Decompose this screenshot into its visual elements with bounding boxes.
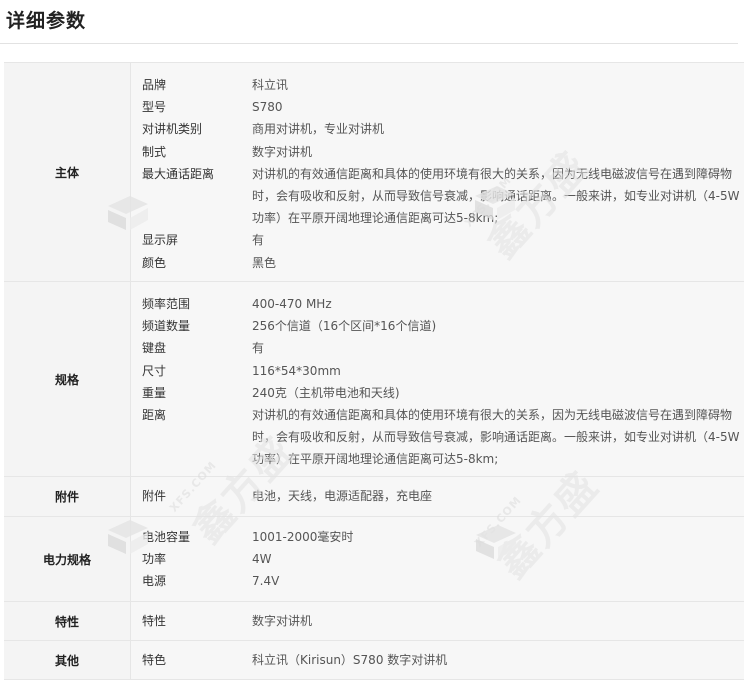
spec-value: S780 — [252, 100, 283, 115]
spec-label: 对讲机类别 — [142, 122, 203, 137]
spec-label: 尺寸 — [142, 363, 167, 378]
watermark-logo-icon — [475, 186, 515, 220]
spec-row: 附件 电池，天线，电源适配器，充电座 — [142, 485, 742, 507]
spec-value: 116*54*30mm — [252, 363, 341, 378]
spec-value: 240克（主机带电池和天线) — [252, 385, 400, 400]
spec-row: 尺寸 116*54*30mm — [142, 360, 744, 382]
spec-row: 重量 240克（主机带电池和天线) — [142, 382, 744, 404]
group-rows: 品牌 科立讯 型号 S780 对讲机类别 商用对讲机，专业对讲机 制式 数字对讲机 最大… — [131, 63, 744, 281]
spec-row: 键盘 有 — [142, 337, 744, 359]
spec-value: 对讲机的有效通信距离和具体的使用环境有很大的关系，因为无线电磁波信号在遇到障碍物… — [252, 408, 740, 467]
spec-row: 显示屏 有 — [142, 229, 744, 251]
spec-value: 黑色 — [252, 255, 277, 270]
spec-group-main: 主体 品牌 科立讯 型号 S780 对讲机类别 商用对讲机，专业对讲机 制式 数字对讲机… — [4, 63, 744, 282]
spec-row: 距离 对讲机的有效通信距离和具体的使用环境有很大的关系，因为无线电磁波信号在遇到障… — [142, 404, 744, 471]
group-rows: 频率范围 400-470 MHz 频道数量 256个信道（16个区间*16个信道) … — [131, 282, 744, 476]
spec-label: 特色 — [142, 652, 167, 667]
page-title: 详细参数 — [6, 10, 87, 32]
spec-label: 型号 — [142, 100, 167, 115]
spec-value: 256个信道（16个区间*16个信道) — [252, 319, 437, 334]
spec-value: 400-470 MHz — [252, 297, 332, 311]
spec-row: 颜色 黑色 — [142, 252, 744, 274]
spec-group-accessories: 附件 附件 电池，天线，电源适配器，充电座 — [4, 477, 744, 517]
spec-row: 最大通话距离 对讲机的有效通信距离和具体的使用环境有很大的关系，因为无线电磁波信号… — [142, 163, 744, 230]
group-name: 特性 — [4, 602, 131, 640]
spec-group-features: 特性 特性 数字对讲机 — [4, 602, 744, 641]
spec-label: 颜色 — [142, 255, 167, 270]
group-rows: 附件 电池，天线，电源适配器，充电座 — [131, 477, 744, 516]
spec-row: 品牌 科立讯 — [142, 74, 744, 96]
group-rows: 电池容量 1001-2000毫安时 功率 4W 电源 7.4V — [131, 517, 744, 601]
group-name: 其他 — [4, 641, 131, 679]
spec-row: 电源 7.4V — [142, 570, 744, 592]
group-rows: 特色 科立讯（Kirisun）S780 数字对讲机 — [131, 641, 744, 679]
spec-value: 科立讯（Kirisun）S780 数字对讲机 — [252, 652, 448, 667]
spec-label: 频道数量 — [142, 319, 191, 334]
spec-label: 电池容量 — [142, 530, 191, 544]
spec-row: 型号 S780 — [142, 96, 744, 118]
spec-row: 特色 科立讯（Kirisun）S780 数字对讲机 — [142, 649, 742, 671]
watermark-logo-icon — [108, 520, 148, 554]
spec-table: 主体 品牌 科立讯 型号 S780 对讲机类别 商用对讲机，专业对讲机 制式 数字对讲机… — [4, 62, 744, 680]
title-divider — [0, 43, 738, 44]
spec-label: 显示屏 — [142, 233, 179, 248]
spec-value: 科立讯 — [252, 78, 289, 92]
spec-label: 附件 — [142, 489, 167, 504]
spec-value: 有 — [252, 341, 265, 356]
spec-row: 电池容量 1001-2000毫安时 — [142, 526, 744, 548]
spec-label: 电源 — [142, 574, 167, 589]
spec-row: 特性 数字对讲机 — [142, 610, 742, 632]
spec-label: 制式 — [142, 144, 167, 159]
watermark-logo-icon — [108, 196, 148, 230]
spec-label: 频率范围 — [142, 297, 191, 311]
spec-value: 7.4V — [252, 574, 280, 589]
spec-row: 功率 4W — [142, 548, 744, 570]
spec-label: 特性 — [142, 613, 167, 628]
spec-label: 距离 — [142, 408, 167, 423]
spec-row: 频道数量 256个信道（16个区间*16个信道) — [142, 315, 744, 337]
spec-label: 最大通话距离 — [142, 166, 215, 181]
spec-label: 重量 — [142, 385, 167, 400]
spec-group-other: 其他 特色 科立讯（Kirisun）S780 数字对讲机 — [4, 641, 744, 680]
spec-value: 数字对讲机 — [252, 613, 313, 628]
spec-row: 频率范围 400-470 MHz — [142, 293, 744, 315]
spec-value: 有 — [252, 233, 265, 248]
spec-label: 键盘 — [142, 341, 167, 356]
spec-label: 功率 — [142, 552, 167, 567]
spec-row: 制式 数字对讲机 — [142, 141, 744, 163]
watermark-logo-icon — [476, 525, 516, 559]
spec-label: 品牌 — [142, 78, 167, 92]
spec-value: 商用对讲机，专业对讲机 — [252, 122, 385, 137]
spec-value: 电池，天线，电源适配器，充电座 — [252, 489, 433, 504]
group-name: 主体 — [4, 63, 131, 281]
spec-value: 数字对讲机 — [252, 144, 313, 159]
spec-group-specs: 规格 频率范围 400-470 MHz 频道数量 256个信道（16个区间*16个信… — [4, 282, 744, 477]
group-rows: 特性 数字对讲机 — [131, 602, 744, 640]
group-name: 附件 — [4, 477, 131, 516]
group-name: 规格 — [4, 282, 131, 476]
spec-row: 对讲机类别 商用对讲机，专业对讲机 — [142, 118, 744, 140]
